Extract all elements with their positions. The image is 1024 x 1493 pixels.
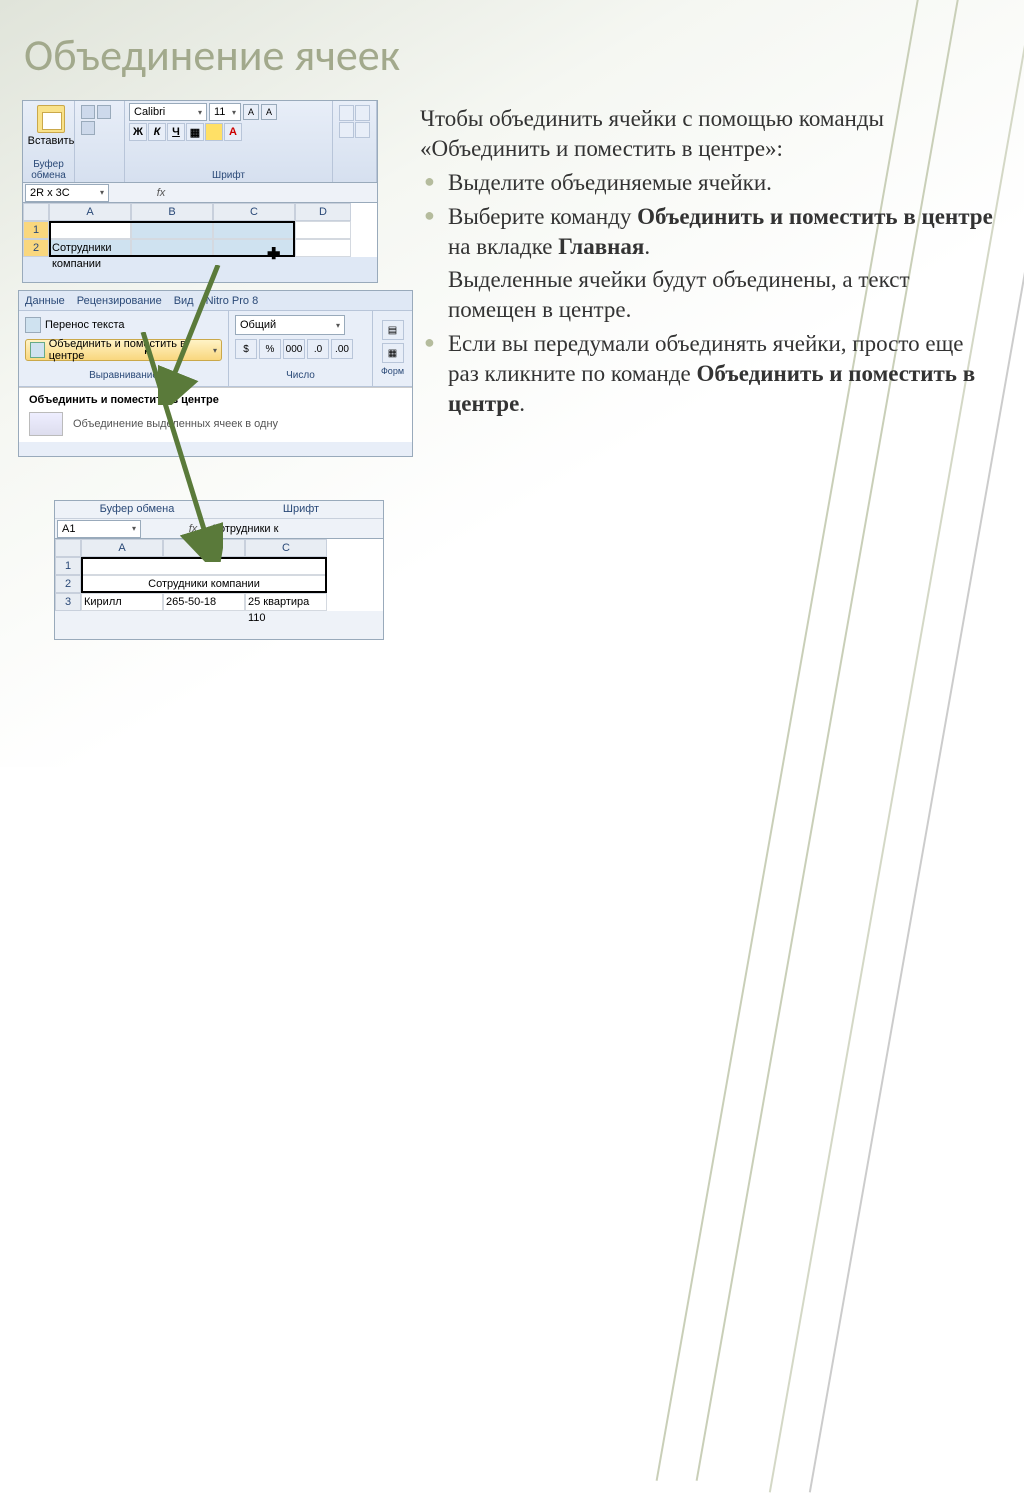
paste-button[interactable]: Вставить: [27, 103, 75, 147]
bullet-4: Если вы передумали объединять ячейки, пр…: [420, 329, 995, 419]
copy-icon[interactable]: [97, 105, 111, 119]
tooltip-description: Объединение выделенных ячеек в одну: [73, 418, 278, 430]
cell-c1[interactable]: [213, 221, 295, 239]
grow-font-icon[interactable]: A: [243, 104, 259, 120]
body-text: Чтобы объединить ячейки с помощью команд…: [420, 104, 995, 423]
merged-cell-row1[interactable]: [81, 557, 327, 575]
clipboard-group-caption: Буфер обмена: [55, 501, 219, 518]
cut-icon[interactable]: [81, 105, 95, 119]
col-header-d[interactable]: D: [295, 203, 351, 221]
decrease-decimal-icon[interactable]: .00: [331, 339, 353, 359]
clipboard-group-caption: Буфер обмена: [27, 159, 70, 182]
wrap-text-icon: [25, 317, 41, 333]
align-middle-icon[interactable]: [355, 105, 370, 121]
cell-a2[interactable]: Сотрудники компании: [49, 239, 131, 257]
row-header-2[interactable]: 2: [55, 575, 81, 593]
name-box[interactable]: A1▾: [57, 520, 141, 538]
italic-button[interactable]: К: [148, 123, 166, 141]
fill-color-button[interactable]: [205, 123, 223, 141]
row-header-3[interactable]: 3: [55, 593, 81, 611]
percent-icon[interactable]: %: [259, 339, 281, 359]
screenshot-select-cells: Вставить Буфер обмена Calibri▾ 11▾ A: [22, 100, 378, 283]
tab-data[interactable]: Данные: [25, 295, 65, 307]
cell-d2[interactable]: [295, 239, 351, 257]
select-all-corner[interactable]: [23, 203, 49, 221]
cell-b1[interactable]: [131, 221, 213, 239]
intro-paragraph: Чтобы объединить ячейки с помощью команд…: [420, 104, 995, 164]
font-group-caption: Шрифт: [219, 501, 383, 518]
cell-c3[interactable]: 25 квартира 110: [245, 593, 327, 611]
align-left-icon[interactable]: [339, 122, 354, 138]
tab-review[interactable]: Рецензирование: [77, 295, 162, 307]
font-color-button[interactable]: A: [224, 123, 242, 141]
bold-button[interactable]: Ж: [129, 123, 147, 141]
format-table-icon[interactable]: ▦: [382, 343, 404, 363]
bullet-2: Выберите команду Объединить и поместить …: [420, 202, 995, 262]
paragraph-3: Выделенные ячейки будут объединены, а те…: [420, 265, 995, 325]
number-format-combo[interactable]: Общий▾: [235, 315, 345, 335]
increase-decimal-icon[interactable]: .0: [307, 339, 329, 359]
border-button[interactable]: ▦: [186, 123, 204, 141]
screenshot-merge-command: Данные Рецензирование Вид Nitro Pro 8 Пе…: [18, 290, 413, 457]
paste-icon: [37, 105, 65, 133]
col-header-c[interactable]: C: [213, 203, 295, 221]
format-group-caption: Форм: [381, 366, 404, 377]
conditional-format-icon[interactable]: ▤: [382, 320, 404, 340]
cursor-arrow-icon: ↖: [143, 345, 155, 362]
align-top-icon[interactable]: [339, 105, 354, 121]
font-size-combo[interactable]: 11▾: [209, 103, 241, 121]
tooltip-thumbnail-icon: [29, 412, 63, 436]
merged-cell-row2[interactable]: Сотрудники компании: [81, 575, 327, 593]
fx-label: fx: [149, 187, 173, 199]
col-header-b[interactable]: B: [131, 203, 213, 221]
shrink-font-icon[interactable]: A: [261, 104, 277, 120]
tab-nitro[interactable]: Nitro Pro 8: [206, 295, 259, 307]
cell-a1[interactable]: [49, 221, 131, 239]
cell-d1[interactable]: [295, 221, 351, 239]
format-painter-icon[interactable]: [81, 121, 95, 135]
bullet-1: Выделите объединяемые ячейки.: [420, 168, 995, 198]
cell-b3[interactable]: 265-50-18: [163, 593, 245, 611]
col-header-a[interactable]: A: [81, 539, 163, 557]
tooltip: Объединить и поместить в центре Объедине…: [19, 387, 412, 442]
tab-view[interactable]: Вид: [174, 295, 194, 307]
select-all-corner[interactable]: [55, 539, 81, 557]
col-header-b[interactable]: B: [163, 539, 245, 557]
merge-center-icon: [30, 342, 45, 358]
comma-icon[interactable]: 000: [283, 339, 305, 359]
col-header-a[interactable]: A: [49, 203, 131, 221]
cell-c2[interactable]: [213, 239, 295, 257]
row-header-1[interactable]: 1: [23, 221, 49, 239]
formula-bar-value[interactable]: Сотрудники к: [211, 523, 278, 535]
cursor-plus-icon: ✚: [267, 244, 280, 264]
screenshot-result: Буфер обмена Шрифт A1▾ fx Сотрудники к A…: [54, 500, 384, 640]
row-header-1[interactable]: 1: [55, 557, 81, 575]
alignment-group-caption: Выравнивание: [25, 370, 222, 382]
wrap-text-button[interactable]: Перенос текста: [25, 315, 222, 335]
font-name-combo[interactable]: Calibri▾: [129, 103, 207, 121]
font-group-caption: Шрифт: [129, 170, 328, 182]
cell-b2[interactable]: [131, 239, 213, 257]
fx-label: fx: [181, 523, 205, 535]
underline-button[interactable]: Ч: [167, 123, 185, 141]
row-header-2[interactable]: 2: [23, 239, 49, 257]
name-box[interactable]: 2R x 3C▾: [25, 184, 109, 202]
col-header-c[interactable]: C: [245, 539, 327, 557]
align-center-icon[interactable]: [355, 122, 370, 138]
tooltip-title: Объединить и поместить в центре: [29, 394, 402, 406]
slide-title: Объединение ячеек: [24, 28, 400, 82]
number-group-caption: Число: [235, 370, 366, 382]
cell-a3[interactable]: Кирилл: [81, 593, 163, 611]
currency-icon[interactable]: $: [235, 339, 257, 359]
merge-center-button[interactable]: Объединить и поместить в центре ▾: [25, 339, 222, 361]
